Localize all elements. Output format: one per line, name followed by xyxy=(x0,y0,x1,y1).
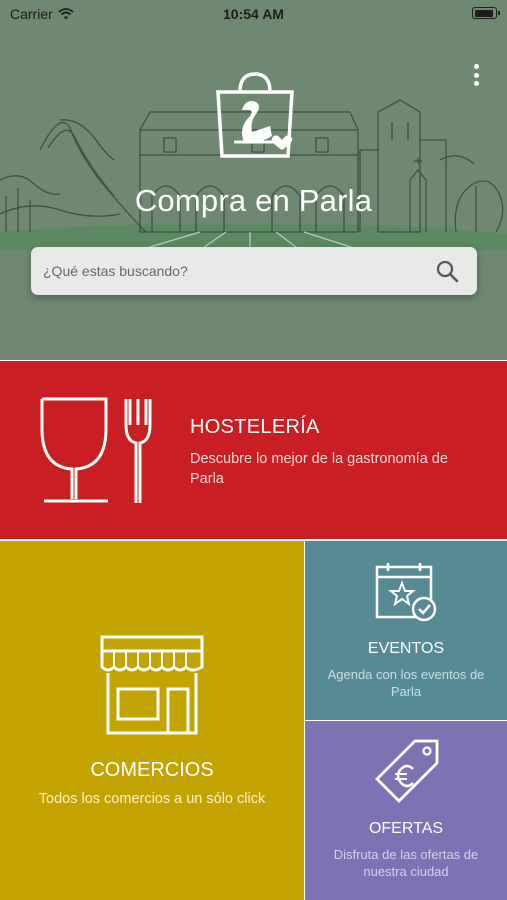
comercios-description: Todos los comercios a un sólo click xyxy=(38,791,266,807)
app-title: Compra en Parla xyxy=(134,183,373,218)
comercios-title: COMERCIOS xyxy=(90,759,214,781)
hosteleria-title: HOSTELERÍA xyxy=(190,416,320,438)
eventos-title: EVENTOS xyxy=(367,640,445,657)
ofertas-title: OFERTAS xyxy=(368,820,444,837)
status-bar: Carrier 10:54 AM xyxy=(0,0,507,28)
hero-banner: Compra en Parla xyxy=(0,0,507,360)
ofertas-description: Disfruta de las ofertas de nuestra ciuda… xyxy=(333,847,479,879)
euro-tag-icon xyxy=(375,739,439,803)
eventos-tile[interactable]: EVENTOS Agenda con los eventos de Parla xyxy=(305,541,507,720)
search-bar[interactable] xyxy=(31,247,477,295)
shopping-bag-swan-logo xyxy=(216,72,294,158)
town-sketch-illustration xyxy=(0,99,507,251)
hosteleria-description: Descubre lo mejor de la gastronomía de P… xyxy=(190,451,448,487)
battery-icon xyxy=(472,7,500,19)
status-time: 10:54 AM xyxy=(223,6,284,22)
eventos-description: Agenda con los eventos de Parla xyxy=(327,667,485,699)
search-icon[interactable] xyxy=(435,259,459,283)
calendar-star-icon xyxy=(375,563,437,622)
ofertas-tile[interactable]: OFERTAS Disfruta de las ofertas de nuest… xyxy=(305,721,507,900)
more-options-menu-icon[interactable] xyxy=(471,64,481,86)
app-screen: Compra en Parla Carrier 10:54 AM HOS xyxy=(0,0,507,900)
storefront-icon xyxy=(100,635,204,735)
search-input[interactable] xyxy=(43,247,423,295)
wine-glass-fork-icon xyxy=(40,397,152,503)
hosteleria-tile[interactable]: HOSTELERÍA Descubre lo mejor de la gastr… xyxy=(0,361,507,539)
comercios-tile[interactable]: COMERCIOS Todos los comercios a un sólo … xyxy=(0,541,304,900)
